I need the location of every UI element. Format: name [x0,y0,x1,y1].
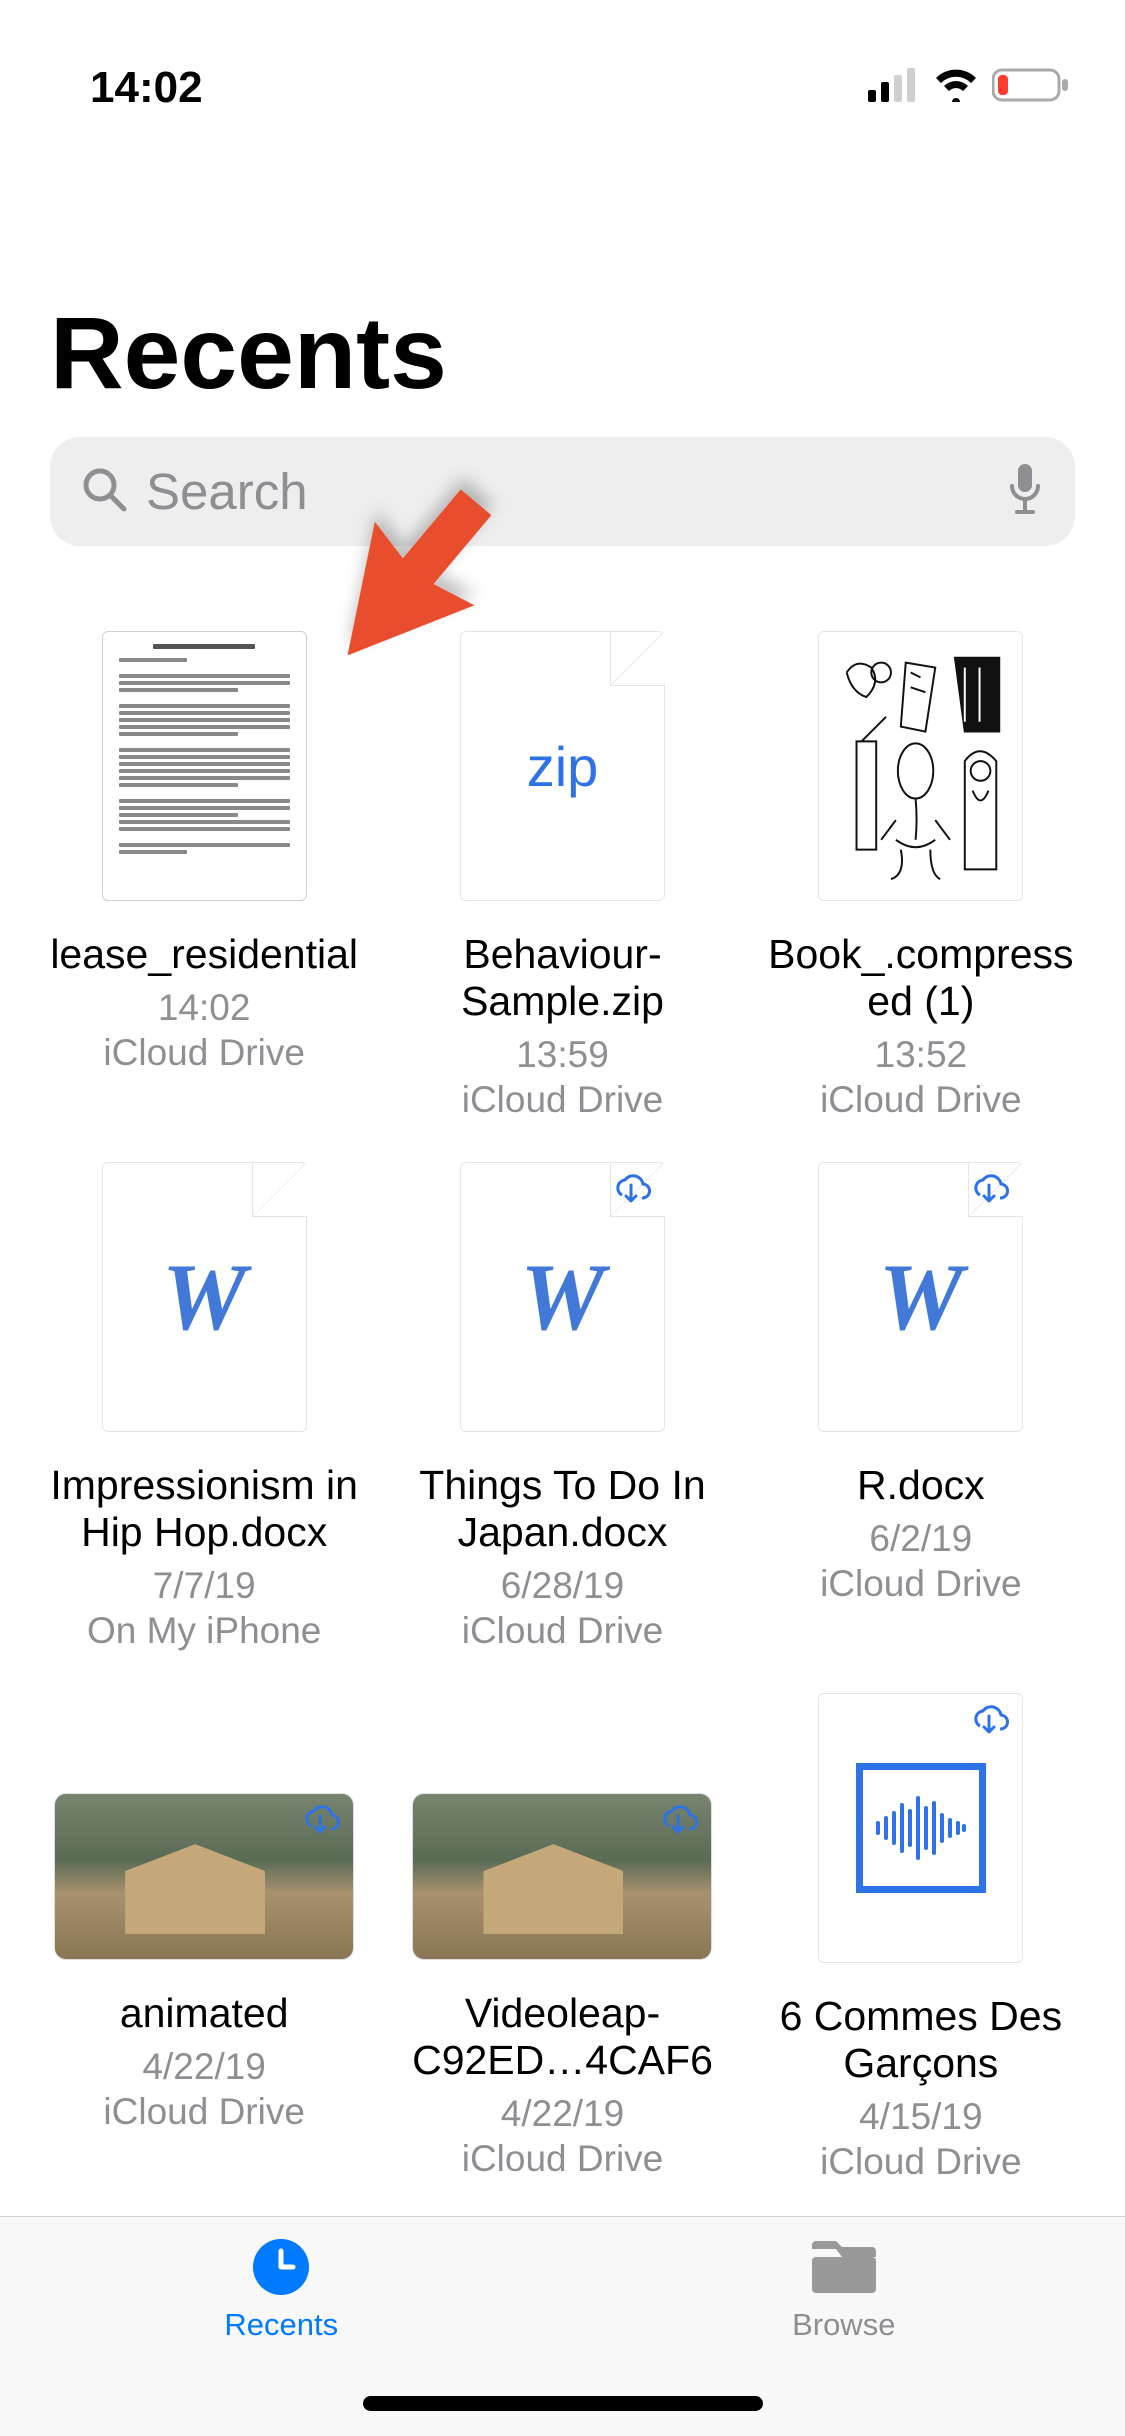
file-thumbnail [102,631,307,901]
folder-icon [806,2237,881,2297]
cloud-download-icon [657,1804,699,1836]
file-name: 6 Commes Des Garçons [761,1993,1081,2087]
file-item-commes-des-garcons[interactable]: 6 Commes Des Garçons 4/15/19 iCloud Driv… [747,1693,1095,2184]
status-bar: 14:02 [0,0,1125,130]
zip-label: zip [527,734,599,799]
file-name: Videoleap-C92ED…4CAF6 [402,1990,722,2084]
file-time: 6/2/19 [869,1517,972,1561]
cloud-download-icon [968,1704,1010,1736]
file-time: 13:59 [516,1033,609,1077]
file-item-animated[interactable]: animated 4/22/19 iCloud Drive [30,1693,378,2184]
word-icon: W [879,1242,963,1352]
file-location: iCloud Drive [462,2137,664,2181]
file-location: iCloud Drive [462,1609,664,1653]
file-name: animated [120,1990,289,2037]
wifi-icon [932,68,980,107]
cloud-download-icon [968,1173,1010,1205]
status-time: 14:02 [90,63,203,113]
file-thumbnail [818,631,1023,901]
search-icon [80,465,128,518]
file-time: 13:52 [875,1033,968,1077]
file-time: 4/15/19 [859,2095,982,2139]
file-location: iCloud Drive [462,1078,664,1122]
file-location: iCloud Drive [103,1031,305,1075]
page-title: Recents [0,130,1125,437]
cloud-download-icon [610,1173,652,1205]
file-item-videoleap[interactable]: Videoleap-C92ED…4CAF6 4/22/19 iCloud Dri… [388,1693,736,2184]
cellular-signal-icon [868,68,920,107]
file-location: iCloud Drive [820,1562,1022,1606]
file-time: 6/28/19 [501,1564,624,1608]
file-item-r-docx[interactable]: W R.docx 6/2/19 iCloud Drive [747,1162,1095,1653]
file-thumbnail [412,1793,712,1960]
tab-label: Browse [792,2307,895,2343]
file-thumbnail: W [818,1162,1023,1432]
file-name: lease_residential [50,931,358,978]
file-item-book-compressed[interactable]: Book_.compressed (1) 13:52 iCloud Drive [747,631,1095,1122]
word-icon: W [520,1242,604,1352]
home-indicator[interactable] [363,2396,763,2411]
file-location: iCloud Drive [103,2090,305,2134]
file-name: Things To Do In Japan.docx [402,1462,722,1556]
tab-label: Recents [224,2307,338,2343]
battery-low-icon [992,67,1070,108]
file-thumbnail [818,1693,1023,1963]
microphone-icon[interactable] [1005,462,1045,521]
file-thumbnail: W [102,1162,307,1432]
file-grid: lease_residential 14:02 iCloud Drive zip… [0,586,1125,2204]
file-time: 14:02 [158,986,251,1030]
file-name: Book_.compressed (1) [761,931,1081,1025]
file-thumbnail [54,1793,354,1960]
audio-waveform-icon [856,1763,986,1893]
file-item-lease-residential[interactable]: lease_residential 14:02 iCloud Drive [30,631,378,1122]
status-icons [868,67,1070,108]
file-time: 4/22/19 [501,2092,624,2136]
file-name: R.docx [857,1462,985,1509]
file-thumbnail: W [460,1162,665,1432]
file-item-impressionism-hip-hop[interactable]: W Impressionism in Hip Hop.docx 7/7/19 O… [30,1162,378,1653]
file-item-things-to-do-japan[interactable]: W Things To Do In Japan.docx 6/28/19 iCl… [388,1162,736,1653]
file-location: iCloud Drive [820,2140,1022,2184]
file-location: iCloud Drive [820,1078,1022,1122]
word-icon: W [162,1242,246,1352]
file-item-behaviour-sample[interactable]: zip Behaviour-Sample.zip 13:59 iCloud Dr… [388,631,736,1122]
file-location: On My iPhone [87,1609,321,1653]
file-time: 7/7/19 [153,1564,256,1608]
search-placeholder: Search [146,462,987,521]
file-thumbnail: zip [460,631,665,901]
clock-icon [244,2237,319,2297]
search-input[interactable]: Search [50,437,1075,546]
cloud-download-icon [299,1804,341,1836]
file-time: 4/22/19 [142,2045,265,2089]
file-name: Behaviour-Sample.zip [402,931,722,1025]
file-name: Impressionism in Hip Hop.docx [44,1462,364,1556]
